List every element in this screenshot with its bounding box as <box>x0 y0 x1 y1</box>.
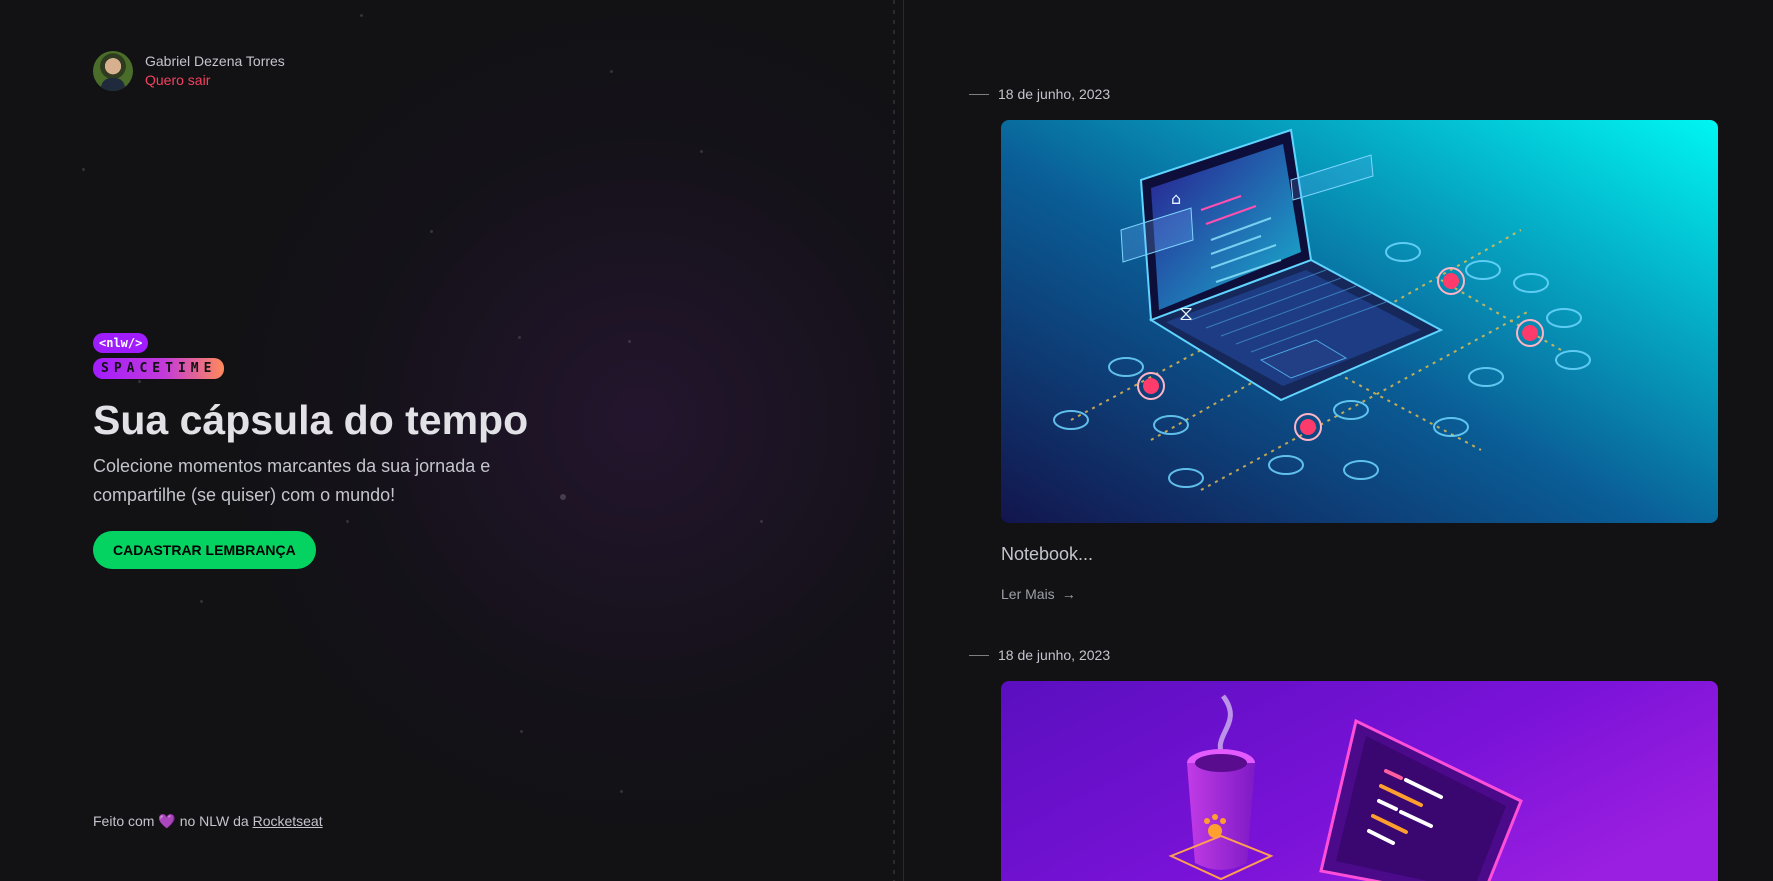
svg-text:⌂: ⌂ <box>1171 189 1181 208</box>
memory-image <box>1001 681 1718 881</box>
read-more-label: Ler Mais <box>1001 586 1055 602</box>
hero-description: Colecione momentos marcantes da sua jorn… <box>93 456 491 505</box>
memory-image: ⌂ ⧖ <box>1001 120 1718 523</box>
nlw-logo-badge: <nlw/> <box>93 333 149 353</box>
footer-middle: no NLW da <box>179 813 249 829</box>
arrow-right-icon: → <box>1061 586 1076 602</box>
svg-text:⧖: ⧖ <box>1179 301 1193 325</box>
hero-title: Sua cápsula do tempo <box>93 397 529 443</box>
user-profile: Gabriel Dezena Torres Quero sair <box>93 51 285 91</box>
coffee-laptop-illustration-icon <box>1001 681 1718 881</box>
heart-icon: 💜 <box>158 813 176 829</box>
profile-text: Gabriel Dezena Torres Quero sair <box>145 52 285 90</box>
memory-date: 18 de junho, 2023 <box>969 646 1110 664</box>
decorative-stripes <box>893 0 895 881</box>
user-name: Gabriel Dezena Torres <box>145 53 285 69</box>
memory-date: 18 de junho, 2023 <box>969 85 1110 103</box>
left-panel: Gabriel Dezena Torres Quero sair <nlw/> … <box>0 0 904 881</box>
memories-feed[interactable]: 18 de junho, 2023 ⌂ ⧖ Notebook... Ler Ma… <box>904 0 1773 881</box>
hero-section: <nlw/> SPACETIME Sua cápsula do tempo Co… <box>93 333 573 569</box>
laptop-network-illustration-icon: ⌂ ⧖ <box>1001 120 1718 523</box>
avatar[interactable] <box>93 51 133 91</box>
footer: Feito com 💜 no NLW da Rocketseat <box>93 813 323 830</box>
read-more-link[interactable]: Ler Mais → <box>1001 585 1076 603</box>
rocketseat-link[interactable]: Rocketseat <box>253 813 323 829</box>
app: Gabriel Dezena Torres Quero sair <nlw/> … <box>0 0 1773 881</box>
memory-excerpt: Notebook... <box>1001 544 1094 564</box>
spacetime-logo-word: SPACETIME <box>93 358 225 379</box>
logout-link[interactable]: Quero sair <box>145 71 285 90</box>
footer-prefix: Feito com <box>93 813 155 829</box>
register-memory-button[interactable]: Cadastrar lembrança <box>93 531 316 569</box>
spacetime-logo: <nlw/> SPACETIME <box>93 333 573 379</box>
